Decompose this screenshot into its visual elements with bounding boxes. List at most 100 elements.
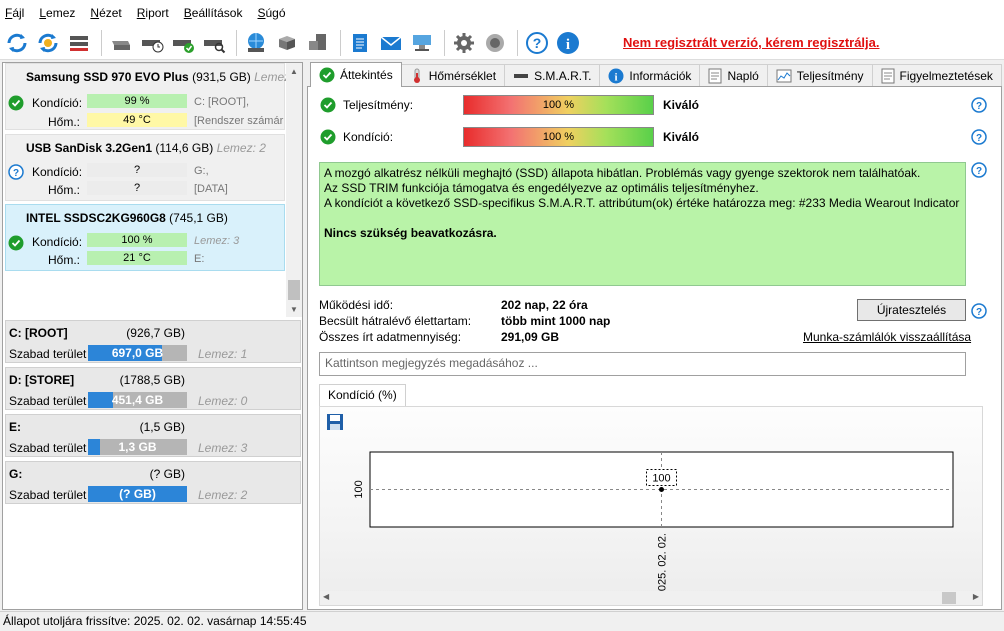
gear-icon[interactable] xyxy=(450,29,478,57)
refresh-icon[interactable] xyxy=(3,29,31,57)
tab-label: Információk xyxy=(629,68,692,83)
data-point xyxy=(659,487,664,492)
disk-lemez: Lemez: 3 xyxy=(194,235,240,247)
speaker-icon[interactable] xyxy=(481,29,509,57)
y-tick-label: 100 xyxy=(353,480,365,498)
status-action: Nincs szükség beavatkozásra. xyxy=(324,226,497,240)
network-icon[interactable] xyxy=(242,29,270,57)
hdd-check-icon[interactable] xyxy=(169,29,197,57)
reset-counters-link[interactable]: Munka-számlálók visszaállítása xyxy=(803,330,971,344)
help-icon[interactable]: ? xyxy=(971,303,987,319)
tab-overview[interactable]: Áttekintés xyxy=(310,62,402,87)
help-icon[interactable]: ? xyxy=(971,129,987,145)
svg-text:?: ? xyxy=(976,166,982,177)
tab-label: Hőmérséklet xyxy=(428,68,497,83)
tab-temperature[interactable]: Hőmérséklet xyxy=(400,64,506,86)
free-space-label: Szabad terület xyxy=(9,441,87,455)
volume-item[interactable]: E: (1,5 GB) Szabad terület 1,3 GB Lemez:… xyxy=(5,414,301,457)
tab-performance[interactable]: Teljesítmény xyxy=(766,64,873,86)
network-share-icon[interactable] xyxy=(408,29,436,57)
scroll-thumb[interactable] xyxy=(942,592,956,604)
free-space-label: Szabad terület xyxy=(9,347,87,361)
disk-item-selected[interactable]: INTEL SSDSC2KG960G8 (745,1 GB) Kondíció:… xyxy=(5,204,285,271)
disk-volumes: G:, xyxy=(194,165,209,177)
life-value: több mint 1000 nap xyxy=(501,314,611,328)
tab-log[interactable]: Napló xyxy=(699,64,768,86)
health-bar: 100 % xyxy=(463,127,654,147)
tab-smart[interactable]: S.M.A.R.T. xyxy=(504,64,601,86)
menu-disk[interactable]: Lemez xyxy=(39,6,75,20)
menu-report[interactable]: Riport xyxy=(137,6,169,20)
disk-volumes: C: [ROOT], xyxy=(194,96,249,108)
info-icon[interactable]: i xyxy=(554,29,582,57)
tab-label: Teljesítmény xyxy=(796,68,864,83)
hdd-schedule-icon[interactable] xyxy=(138,29,166,57)
disk-volumes: E: xyxy=(194,253,205,265)
scroll-left-icon[interactable]: ◀ xyxy=(323,592,329,601)
scroll-down-icon[interactable]: ▼ xyxy=(286,301,302,317)
menu-help[interactable]: Súgó xyxy=(257,6,285,20)
tab-label: Áttekintés xyxy=(340,68,393,82)
scroll-right-icon[interactable]: ▶ xyxy=(973,592,979,601)
volume-name: C: [ROOT] xyxy=(9,326,68,340)
life-label: Becsült hátralévő élettartam: xyxy=(319,314,472,328)
server-icon[interactable] xyxy=(273,29,301,57)
help-icon[interactable]: ? xyxy=(971,162,987,178)
toolbar-separator xyxy=(340,29,341,56)
menu-file[interactable]: Fájl xyxy=(5,6,24,20)
health-label: Kondíció: xyxy=(343,130,394,144)
free-space-value: 451,4 GB xyxy=(111,393,164,407)
scroll-up-icon[interactable]: ▲ xyxy=(286,63,302,79)
hdd-icon[interactable] xyxy=(107,29,135,57)
written-label: Összes írt adatmennyiség: xyxy=(319,330,462,344)
disk-name: Samsung SSD 970 EVO Plus (931,5 GB) Leme… xyxy=(26,70,302,84)
comment-input[interactable]: Kattintson megjegyzés megadásához ... xyxy=(319,352,966,376)
written-value: 291,09 GB xyxy=(501,330,560,344)
unregistered-link[interactable]: Nem regisztrált verzió, kérem regisztrál… xyxy=(623,35,880,50)
svg-text:?: ? xyxy=(976,133,982,144)
tab-info[interactable]: i Információk xyxy=(599,64,701,86)
check-circle-icon xyxy=(319,67,335,83)
svg-text:i: i xyxy=(615,71,618,83)
svg-text:?: ? xyxy=(533,35,542,51)
hdd-search-icon[interactable] xyxy=(200,29,228,57)
disk-list: Samsung SSD 970 EVO Plus (931,5 GB) Leme… xyxy=(3,63,302,317)
toolbar-separator xyxy=(101,29,102,56)
tab-strip: Áttekintés Hőmérséklet S.M.A.R.T. i Info… xyxy=(310,62,1002,87)
refresh-all-icon[interactable] xyxy=(34,29,62,57)
svg-text:?: ? xyxy=(13,168,19,179)
tab-alerts[interactable]: Figyelmeztetések xyxy=(871,64,1002,86)
disk-item[interactable]: Samsung SSD 970 EVO Plus (931,5 GB) Leme… xyxy=(5,63,302,130)
volume-item[interactable]: D: [STORE] (1788,5 GB) Szabad terület 45… xyxy=(5,367,301,410)
chart-scrollbar[interactable]: ◀ ▶ xyxy=(320,591,982,605)
help-icon[interactable]: ? xyxy=(971,97,987,113)
volume-size: (? GB) xyxy=(149,467,185,481)
menu-view[interactable]: Nézet xyxy=(90,6,121,20)
status-description: A mozgó alkatrész nélküli meghajtó (SSD)… xyxy=(319,162,966,286)
volume-item[interactable]: C: [ROOT] (926,7 GB) Szabad terület 697,… xyxy=(5,320,301,363)
status-line: A kondíciót a következő SSD-specifikus S… xyxy=(324,196,960,210)
chart-tab-health[interactable]: Kondíció (%) xyxy=(319,384,406,406)
temp-bar: 49 °C xyxy=(87,113,187,127)
chart-canvas: 100 2025. 02. 02. 100 xyxy=(353,451,954,592)
free-space-bar: 451,4 GB xyxy=(88,392,187,408)
retest-button[interactable]: Újratesztelés xyxy=(857,299,966,321)
check-circle-icon xyxy=(8,95,24,111)
free-space-label: Szabad terület xyxy=(9,488,87,502)
disk-list-scrollbar[interactable]: ▲ ▼ xyxy=(286,63,302,317)
scroll-thumb[interactable] xyxy=(288,280,300,300)
notepad-icon[interactable] xyxy=(346,29,374,57)
check-circle-icon xyxy=(320,97,336,113)
health-bar: 99 % xyxy=(87,94,187,108)
drive-list-icon[interactable] xyxy=(65,29,93,57)
help-icon[interactable]: ? xyxy=(523,29,551,57)
health-bar: 100 % xyxy=(87,233,187,247)
performance-icon xyxy=(776,68,792,84)
toolbar-separator xyxy=(444,29,445,56)
menu-settings[interactable]: Beállítások xyxy=(184,6,243,20)
volume-item[interactable]: G: (? GB) Szabad terület (? GB) Lemez: 2 xyxy=(5,461,301,504)
temp-label: Hőm.: xyxy=(48,253,81,267)
mail-icon[interactable] xyxy=(377,29,405,57)
computer-icon[interactable] xyxy=(304,29,332,57)
disk-item[interactable]: USB SanDisk 3.2Gen1 (114,6 GB) Lemez: 2 … xyxy=(5,134,285,201)
